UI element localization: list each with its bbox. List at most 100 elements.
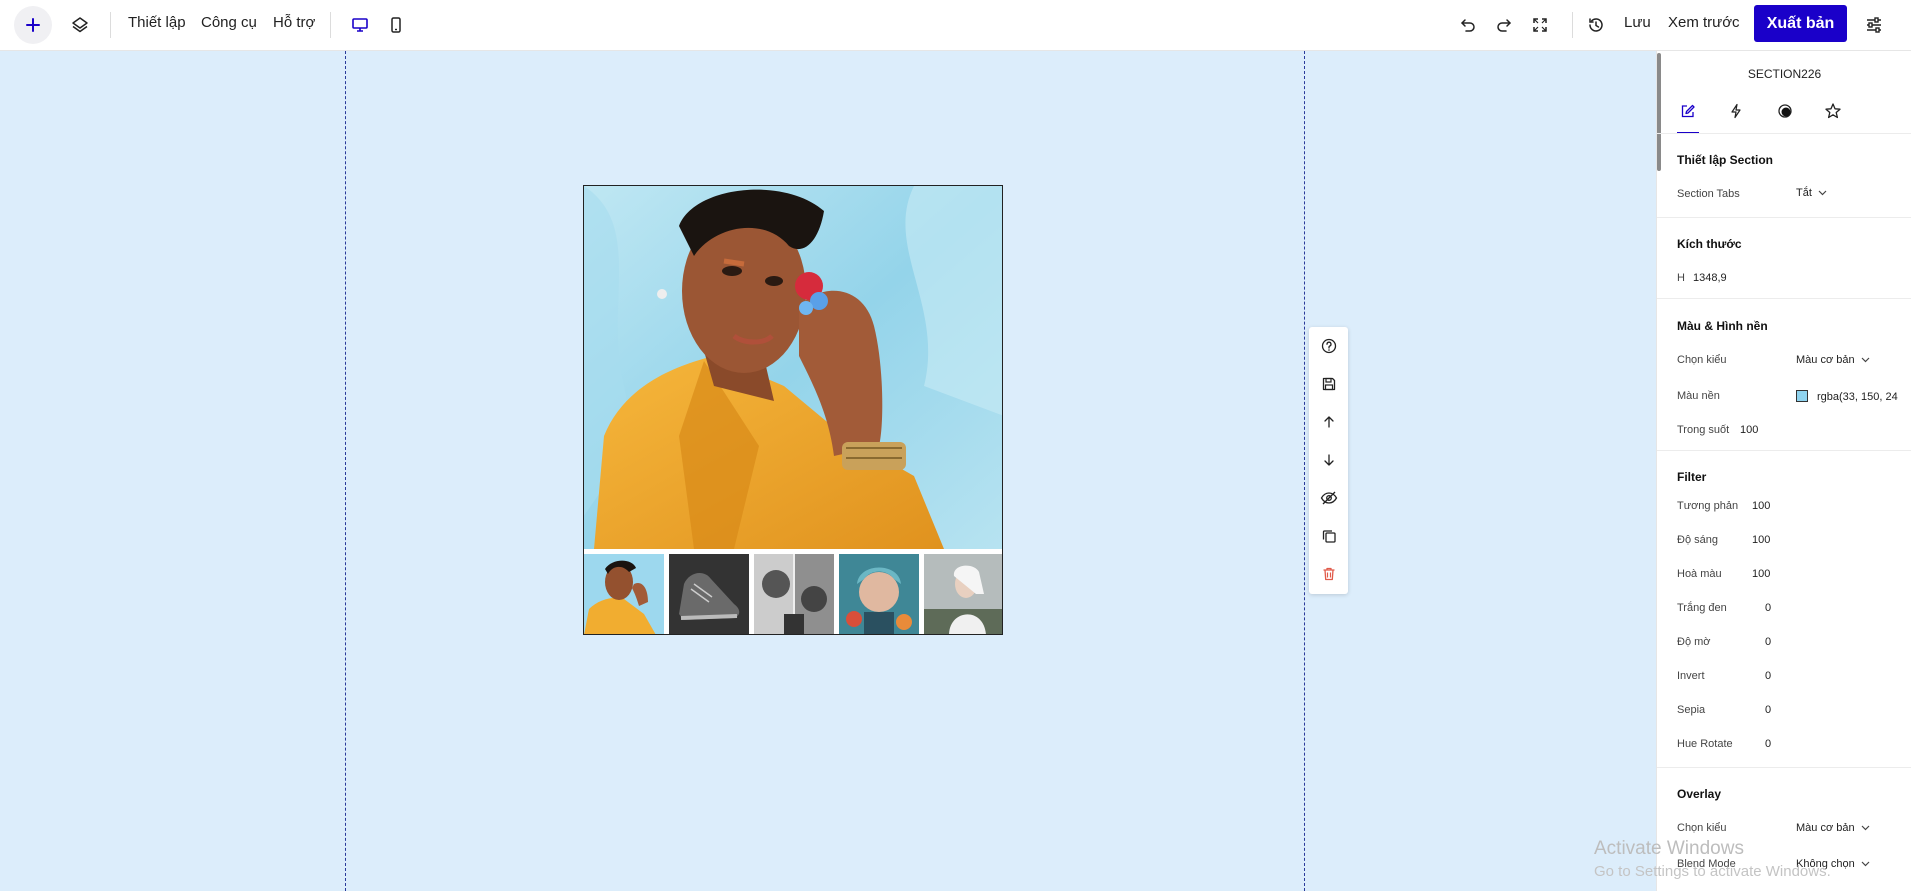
top-toolbar: Thiết lập Công cụ Hỗ trợ Lưu Xem trước X… — [0, 0, 1911, 51]
building-thumbnail-image — [754, 554, 834, 634]
overlay-heading: Overlay — [1677, 787, 1722, 801]
panel-divider — [1657, 133, 1911, 134]
duplicate-section-button[interactable] — [1315, 522, 1342, 549]
publish-button[interactable]: Xuất bản — [1754, 5, 1847, 42]
filter-sepia-input[interactable]: 0 — [1765, 704, 1771, 716]
filter-blur-label: Độ mờ — [1677, 636, 1711, 648]
filter-grayscale-input[interactable]: 0 — [1765, 602, 1771, 614]
bolt-icon — [1731, 103, 1741, 119]
panel-divider — [1657, 450, 1911, 451]
layers-icon — [72, 17, 88, 33]
mobile-view-button[interactable] — [380, 9, 412, 41]
sneaker-thumbnail-image — [669, 554, 749, 634]
tab-favorites[interactable] — [1818, 96, 1848, 126]
filter-contrast-label: Tương phản — [1677, 500, 1739, 512]
filter-hue-rotate-input[interactable]: 0 — [1765, 738, 1771, 750]
filter-invert-input[interactable]: 0 — [1765, 670, 1771, 682]
filter-invert-label: Invert — [1677, 670, 1705, 682]
preview-button[interactable]: Xem trước — [1668, 14, 1740, 31]
windows-activation-subtitle: Go to Settings to activate Windows. — [1594, 863, 1831, 880]
edit-icon — [1681, 104, 1695, 118]
gallery-thumbnail[interactable] — [924, 554, 1002, 634]
menu-settings[interactable]: Thiết lập — [128, 14, 186, 31]
background-opacity-label: Trong suốt — [1677, 424, 1730, 436]
desktop-icon — [352, 18, 368, 32]
section-settings-heading: Thiết lập Section — [1677, 153, 1774, 167]
trash-icon — [1323, 567, 1334, 580]
gallery-thumbnail[interactable] — [669, 554, 749, 634]
filter-contrast-input[interactable]: 100 — [1752, 500, 1770, 512]
tab-events[interactable] — [1721, 96, 1751, 126]
chevron-down-icon — [1861, 861, 1870, 867]
delete-section-button[interactable] — [1315, 560, 1342, 587]
contrast-icon — [1778, 104, 1792, 118]
help-button[interactable] — [1315, 332, 1342, 359]
section-tabs-label: Section Tabs — [1677, 188, 1740, 200]
background-heading: Màu & Hình nền — [1677, 319, 1768, 333]
panel-divider — [1657, 767, 1911, 768]
history-button[interactable] — [1580, 9, 1612, 41]
portrait-photo — [584, 186, 1002, 549]
help-icon — [1321, 338, 1336, 353]
mobile-icon — [391, 17, 401, 33]
filter-saturate-input[interactable]: 100 — [1752, 568, 1770, 580]
redo-button[interactable] — [1488, 9, 1520, 41]
fullscreen-button[interactable] — [1524, 9, 1556, 41]
eye-off-icon — [1320, 491, 1337, 504]
overlay-style-dropdown[interactable]: Màu cơ bản — [1796, 822, 1870, 834]
background-style-value: Màu cơ bản — [1796, 354, 1855, 366]
move-up-button[interactable] — [1315, 408, 1342, 435]
gallery-thumbnail[interactable] — [754, 554, 834, 634]
toolbar-divider — [110, 12, 111, 38]
background-style-label: Chọn kiểu — [1677, 354, 1727, 366]
section-tabs-dropdown[interactable]: Tắt — [1796, 187, 1827, 199]
panel-title: SECTION226 — [1747, 67, 1822, 81]
history-icon — [1589, 18, 1603, 32]
move-down-button[interactable] — [1315, 446, 1342, 473]
desktop-view-button[interactable] — [344, 9, 376, 41]
menu-help[interactable]: Hỗ trợ — [273, 14, 315, 31]
save-button[interactable]: Lưu — [1624, 14, 1651, 31]
woman-thumbnail-image — [924, 554, 1002, 634]
save-icon — [1322, 377, 1335, 390]
filter-hue-rotate-label: Hue Rotate — [1677, 738, 1733, 750]
background-style-dropdown[interactable]: Màu cơ bản — [1796, 354, 1870, 366]
layers-button[interactable] — [64, 9, 96, 41]
gallery-thumbnail[interactable] — [839, 554, 919, 634]
background-opacity-input[interactable]: 100 — [1740, 424, 1758, 436]
arrow-up-icon — [1323, 415, 1334, 428]
gallery-main-image[interactable] — [584, 186, 1002, 549]
filter-blur-input[interactable]: 0 — [1765, 636, 1771, 648]
editor-canvas[interactable] — [0, 51, 1656, 891]
add-element-button[interactable] — [14, 6, 52, 44]
panel-divider — [1657, 298, 1911, 299]
hide-section-button[interactable] — [1315, 484, 1342, 511]
filter-brightness-input[interactable]: 100 — [1752, 534, 1770, 546]
image-gallery[interactable] — [583, 185, 1003, 635]
chevron-down-icon — [1818, 190, 1827, 196]
height-label: H — [1677, 272, 1685, 284]
background-color-value[interactable]: rgba(33, 150, 24 — [1817, 391, 1898, 403]
filter-heading: Filter — [1677, 470, 1707, 484]
windows-activation-title: Activate Windows — [1594, 838, 1744, 859]
tab-design[interactable] — [1673, 96, 1703, 126]
section-guide-right — [1304, 51, 1305, 891]
star-icon — [1825, 103, 1841, 119]
gallery-thumbnail[interactable] — [584, 554, 664, 634]
toolbar-divider — [1572, 12, 1573, 38]
section-tabs-value: Tắt — [1796, 187, 1812, 199]
height-input[interactable]: 1348,9 — [1693, 272, 1727, 284]
filter-sepia-label: Sepia — [1677, 704, 1706, 716]
save-section-button[interactable] — [1315, 370, 1342, 397]
background-color-swatch[interactable] — [1796, 390, 1808, 402]
tab-effects[interactable] — [1770, 96, 1800, 126]
background-color-label: Màu nền — [1677, 390, 1720, 402]
menu-tools[interactable]: Công cụ — [201, 14, 257, 31]
filter-grayscale-label: Trắng đen — [1677, 602, 1727, 614]
gallery-thumbnails — [584, 554, 1002, 634]
panel-divider — [1657, 217, 1911, 218]
fullscreen-icon — [1533, 18, 1547, 32]
undo-button[interactable] — [1452, 9, 1484, 41]
settings-sliders-button[interactable] — [1858, 9, 1890, 41]
overlay-style-label: Chọn kiểu — [1677, 822, 1727, 834]
